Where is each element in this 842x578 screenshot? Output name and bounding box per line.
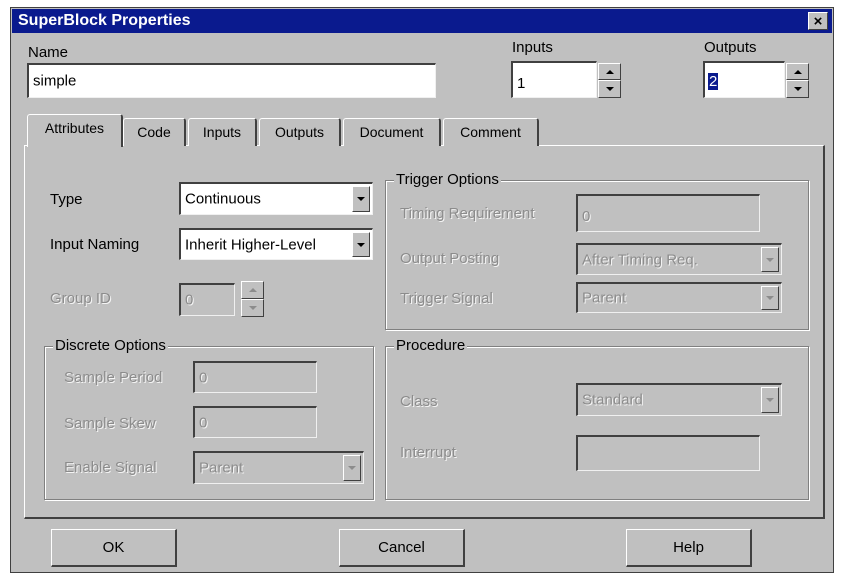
- help-button[interactable]: Help: [626, 529, 752, 567]
- outputs-spin-down[interactable]: [786, 80, 809, 98]
- arrow-down-icon: [793, 87, 802, 91]
- class-value: Standard: [582, 391, 643, 409]
- name-label: Name: [28, 44, 69, 61]
- tab-outputs[interactable]: Outputs: [259, 118, 341, 146]
- tab-attributes[interactable]: Attributes: [27, 114, 123, 147]
- arrow-up-icon: [605, 69, 614, 74]
- interrupt-field[interactable]: [576, 435, 760, 471]
- type-dropdown-value: Continuous: [185, 190, 261, 208]
- group-id-spinner[interactable]: [241, 281, 264, 317]
- sample-period-value: 0: [199, 369, 208, 386]
- inputs-spinner[interactable]: [598, 63, 621, 98]
- title-bar[interactable]: SuperBlock Properties ×: [12, 9, 832, 33]
- class-dropdown-button[interactable]: [761, 387, 779, 413]
- type-label: Type: [50, 191, 83, 208]
- interrupt-label: Interrupt: [400, 444, 456, 461]
- tab-inputs[interactable]: Inputs: [188, 118, 257, 146]
- tab-document[interactable]: Document: [343, 118, 441, 146]
- cancel-button[interactable]: Cancel: [339, 529, 465, 567]
- group-id-field[interactable]: 0: [179, 283, 235, 316]
- trigger-options-title: Trigger Options: [394, 171, 501, 188]
- type-dropdown[interactable]: Continuous: [179, 182, 373, 215]
- name-input-value: simple: [33, 72, 77, 90]
- outputs-field[interactable]: 2: [703, 61, 785, 98]
- name-input[interactable]: simple: [27, 63, 436, 98]
- input-naming-dropdown-button[interactable]: [352, 232, 370, 257]
- chevron-down-icon: [766, 296, 774, 300]
- inputs-label: Inputs: [512, 39, 553, 56]
- sample-skew-value: 0: [199, 414, 208, 431]
- outputs-label: Outputs: [704, 39, 757, 56]
- input-naming-dropdown[interactable]: Inherit Higher-Level: [179, 228, 373, 260]
- chevron-down-icon: [357, 197, 365, 201]
- output-posting-value: After Timing Req.: [582, 251, 698, 268]
- trigger-signal-value: Parent: [582, 289, 627, 307]
- sample-skew-label: Sample Skew: [64, 415, 156, 432]
- inputs-field-value: 1: [517, 75, 526, 92]
- group-id-spin-down[interactable]: [241, 299, 264, 317]
- input-naming-label: Input Naming: [50, 236, 140, 253]
- sample-period-field[interactable]: 0: [193, 361, 317, 393]
- class-dropdown[interactable]: Standard: [576, 383, 782, 416]
- arrow-up-icon: [793, 69, 802, 74]
- sample-period-label: Sample Period: [64, 369, 163, 386]
- window-title: SuperBlock Properties: [18, 12, 191, 29]
- inputs-spin-down[interactable]: [598, 80, 621, 98]
- group-id-label: Group ID: [50, 290, 111, 307]
- class-label: Class: [400, 393, 438, 410]
- group-id-spin-up[interactable]: [241, 281, 264, 299]
- sample-skew-field[interactable]: 0: [193, 406, 317, 438]
- close-button[interactable]: ×: [808, 12, 828, 30]
- ok-button[interactable]: OK: [51, 529, 177, 567]
- output-posting-dropdown[interactable]: After Timing Req.: [576, 243, 782, 275]
- discrete-options-title: Discrete Options: [53, 337, 168, 354]
- trigger-signal-dropdown[interactable]: Parent: [576, 282, 782, 313]
- enable-signal-dropdown-button[interactable]: [343, 455, 361, 481]
- timing-requirement-label: Timing Requirement: [400, 205, 535, 222]
- chevron-down-icon: [766, 398, 774, 402]
- type-dropdown-button[interactable]: [352, 186, 370, 212]
- timing-requirement-field[interactable]: 0: [576, 194, 760, 232]
- outputs-spinner[interactable]: [786, 63, 809, 98]
- chevron-down-icon: [766, 257, 774, 262]
- procedure-group: Procedure: [385, 337, 809, 500]
- trigger-signal-label: Trigger Signal: [400, 290, 493, 307]
- trigger-signal-dropdown-button[interactable]: [761, 286, 779, 310]
- arrow-up-icon: [248, 288, 257, 292]
- outputs-field-value: 2: [708, 73, 719, 90]
- enable-signal-value: Parent: [199, 459, 244, 477]
- enable-signal-dropdown[interactable]: Parent: [193, 451, 364, 484]
- arrow-down-icon: [605, 87, 614, 91]
- inputs-field[interactable]: 1: [511, 61, 597, 98]
- enable-signal-label: Enable Signal: [64, 459, 157, 476]
- tab-comment[interactable]: Comment: [443, 118, 539, 146]
- chevron-down-icon: [357, 242, 365, 247]
- output-posting-dropdown-button[interactable]: [761, 247, 779, 272]
- inputs-spin-up[interactable]: [598, 63, 621, 80]
- timing-requirement-value: 0: [582, 208, 591, 225]
- chevron-down-icon: [348, 466, 356, 470]
- procedure-title: Procedure: [394, 337, 468, 354]
- outputs-spin-up[interactable]: [786, 63, 809, 80]
- input-naming-dropdown-value: Inherit Higher-Level: [185, 236, 316, 253]
- group-id-value: 0: [185, 291, 194, 309]
- output-posting-label: Output Posting: [400, 250, 500, 267]
- arrow-down-icon: [248, 306, 257, 310]
- close-icon: ×: [813, 13, 823, 30]
- tab-code[interactable]: Code: [123, 118, 186, 146]
